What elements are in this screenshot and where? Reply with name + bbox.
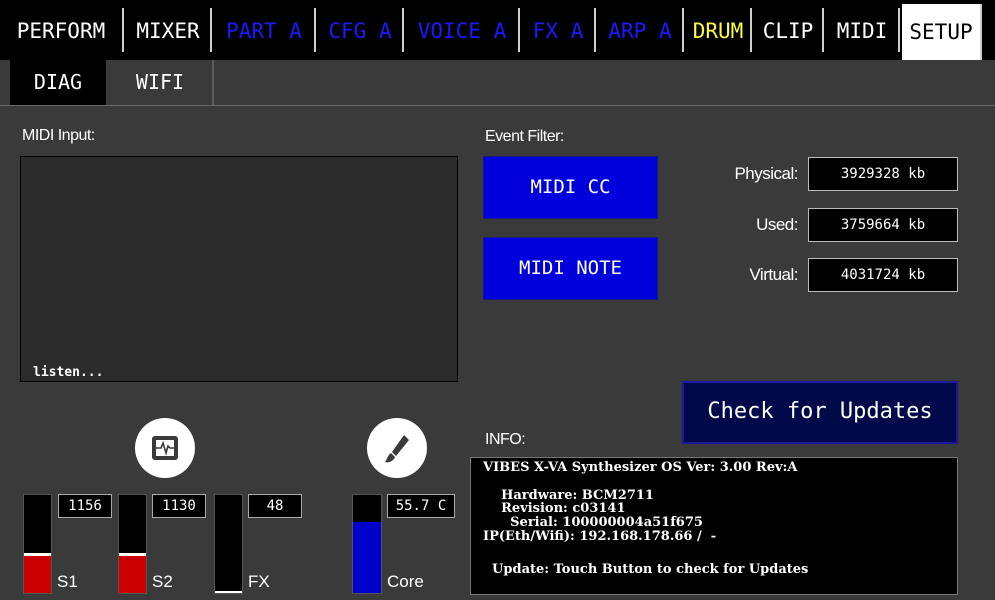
midi-input-monitor: listen...	[20, 156, 458, 382]
core-temp-label: Core	[387, 572, 424, 591]
fx-label: FX	[248, 572, 270, 591]
top-tab-bar: PERFORM MIXER PART A CFG A VOICE A FX A …	[0, 0, 995, 60]
system-info-box: VIBES X-VA Synthesizer OS Ver: 3.00 Rev:…	[470, 457, 958, 595]
monitor-button[interactable]	[135, 418, 195, 478]
core-temp-meter	[352, 494, 382, 594]
info-os-version: VIBES X-VA Synthesizer OS Ver: 3.00 Rev:…	[483, 460, 798, 475]
info-update-hint: Update: Touch Button to check for Update…	[483, 562, 809, 577]
info-revision: Revision: c03141	[483, 501, 626, 516]
tab-fx-a[interactable]: FX A	[522, 8, 596, 52]
used-memory-value: 3759664 kb	[808, 208, 958, 242]
midi-note-filter-button[interactable]: MIDI NOTE	[483, 237, 658, 300]
s1-meter-peak	[24, 552, 51, 556]
brush-button[interactable]	[367, 418, 427, 478]
brush-icon	[385, 435, 409, 463]
info-ip-address: IP(Eth/Wifi): 192.168.178.66 / -	[483, 529, 717, 544]
tab-perform[interactable]: PERFORM	[0, 8, 124, 52]
event-filter-label: Event Filter:	[485, 128, 564, 145]
s2-meter-peak	[119, 552, 146, 556]
virtual-memory-value: 4031724 kb	[808, 258, 958, 292]
s2-label: S2	[152, 572, 173, 591]
tab-setup[interactable]: SETUP	[902, 4, 982, 60]
tab-midi[interactable]: MIDI	[826, 8, 900, 52]
tab-voice-a[interactable]: VOICE A	[406, 8, 520, 52]
subtab-diag[interactable]: DIAG	[10, 60, 106, 105]
tab-arp-a[interactable]: ARP A	[598, 8, 684, 52]
s1-meter	[23, 494, 52, 594]
s1-meter-fill	[24, 555, 51, 593]
tab-mixer[interactable]: MIXER	[126, 8, 212, 52]
tab-cfg-a[interactable]: CFG A	[318, 8, 404, 52]
fx-value: 48	[248, 494, 302, 518]
fx-meter-fill	[215, 591, 242, 593]
s1-label: S1	[57, 572, 78, 591]
core-temp-value: 55.7 C	[387, 494, 455, 518]
info-label: INFO:	[485, 431, 526, 448]
fx-meter	[214, 494, 243, 594]
subtab-wifi[interactable]: WIFI	[108, 60, 214, 105]
physical-memory-label: Physical:	[734, 164, 798, 183]
core-temp-meter-fill	[353, 522, 381, 593]
midi-cc-filter-button[interactable]: MIDI CC	[483, 156, 658, 219]
used-memory-label: Used:	[756, 215, 798, 234]
check-for-updates-button[interactable]: Check for Updates	[682, 381, 958, 444]
s2-meter-fill	[119, 555, 146, 593]
virtual-memory-label: Virtual:	[749, 265, 798, 284]
pulse-monitor-icon	[152, 436, 178, 460]
midi-listen-status: listen...	[33, 365, 104, 380]
tab-drum[interactable]: DRUM	[686, 8, 752, 52]
physical-memory-value: 3929328 kb	[808, 157, 958, 191]
sub-tab-bar: DIAG WIFI	[0, 60, 995, 106]
tab-part-a[interactable]: PART A	[214, 8, 316, 52]
tab-clip[interactable]: CLIP	[754, 8, 824, 52]
s1-value: 1156	[58, 494, 112, 518]
midi-input-label: MIDI Input:	[22, 127, 95, 144]
s2-meter	[118, 494, 147, 594]
info-serial: Serial: 100000004a51f675	[483, 515, 703, 530]
s2-value: 1130	[152, 494, 206, 518]
